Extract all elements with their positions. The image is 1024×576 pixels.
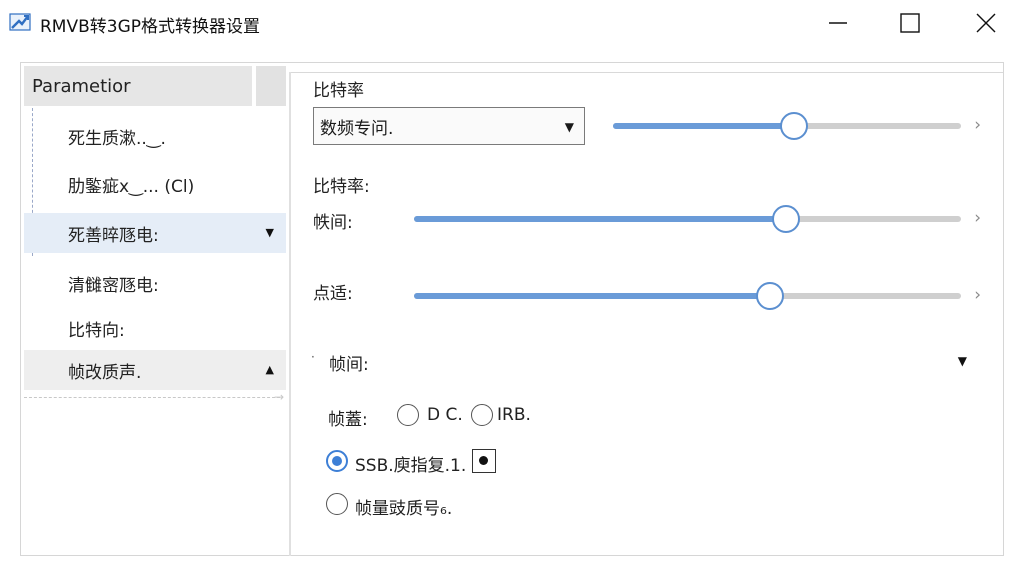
radio-dc-label: D C. — [427, 405, 463, 425]
tree-item-2[interactable]: 肋鍳疵x‿... (Cl) — [24, 164, 286, 204]
frame-interval-slider[interactable]: › — [414, 204, 981, 234]
radio-irb[interactable] — [471, 404, 493, 426]
bullet-icon: · — [311, 350, 315, 364]
tree-header-button[interactable] — [256, 66, 286, 106]
radio-dc[interactable] — [397, 404, 419, 426]
tree-item-6[interactable]: 帧改质声. ▲ — [24, 350, 286, 390]
window-title: RMVB转3GP格式转换器设置 — [40, 17, 261, 37]
slider-thumb[interactable] — [755, 282, 784, 310]
radio-ssb-label: SSB.庾指复.1. — [355, 456, 467, 476]
radio-quality[interactable] — [326, 493, 348, 515]
bitrate-slider[interactable]: › — [613, 111, 981, 141]
maximize-icon — [900, 13, 920, 33]
minimize-icon — [829, 22, 847, 24]
slider-fill — [414, 293, 770, 299]
frame-interval-group-header[interactable]: · 帧间: ▼ — [311, 346, 971, 376]
dropdown-caret-icon: ▼ — [564, 120, 574, 134]
point-slider[interactable]: › — [414, 281, 981, 311]
title-bar: RMVB转3GP格式转换器设置 — [0, 0, 1024, 46]
bitrate-dropdown[interactable]: 数频专问. ▼ — [313, 107, 585, 145]
tree-item-label: 死善晬豗电: — [68, 225, 159, 246]
tree-item-1[interactable]: 死生质漱..‿. — [24, 116, 286, 156]
frame-type-label: 帧蓋: — [328, 410, 368, 430]
close-button[interactable] — [958, 0, 1014, 46]
slider-fill — [414, 216, 786, 222]
point-label: 点适: — [313, 284, 353, 304]
tree-item-4[interactable]: 清雠宻豗电: — [24, 263, 286, 303]
group-header-label: 帧间: — [329, 355, 369, 375]
maximize-button[interactable] — [882, 0, 938, 46]
slider-thumb[interactable] — [779, 112, 808, 140]
tree-item-5[interactable]: 比特向: — [24, 308, 286, 348]
app-logo-icon — [9, 13, 31, 31]
radio-irb-label: IRB. — [497, 405, 531, 425]
ssb-checkbox[interactable] — [472, 449, 496, 473]
radio-quality-label: 帧量豉质号₆. — [355, 499, 453, 519]
tree-item-label: 肋鍳疵x‿... (Cl) — [68, 176, 195, 197]
slider-end-arrow-icon: › — [974, 285, 981, 305]
tree-item-label: 死生质漱..‿. — [68, 128, 166, 149]
slider-thumb[interactable] — [771, 205, 800, 233]
tree-item-3[interactable]: 死善晬豗电: ▼ — [24, 213, 286, 253]
tree-header[interactable]: Parametior — [24, 66, 252, 106]
close-icon — [976, 13, 996, 33]
frame-interval-label: 帙间: — [313, 213, 353, 233]
bitrate-section-label: 比特率 — [313, 81, 364, 101]
tree-item-label: 比特向: — [68, 320, 125, 341]
dropdown-value: 数频专问. — [320, 118, 394, 139]
slider-end-arrow-icon: › — [974, 208, 981, 228]
radio-ssb[interactable] — [326, 450, 348, 472]
collapse-up-icon[interactable]: ▲ — [266, 363, 274, 376]
tree-separator — [24, 397, 280, 398]
tree-item-label: 帧改质声. — [68, 362, 142, 383]
minimize-button[interactable] — [810, 0, 866, 46]
parameter-tree: Parametior 死生质漱..‿. 肋鍳疵x‿... (Cl) 死善晬豗电:… — [22, 64, 288, 554]
slider-fill — [613, 123, 794, 129]
separator-arrow-icon: → — [274, 390, 285, 404]
group-caret-icon: ▼ — [957, 354, 967, 368]
bitrate-sub-label: 比特率: — [313, 177, 370, 197]
expand-down-icon[interactable]: ▼ — [266, 226, 274, 239]
tree-item-label: 清雠宻豗电: — [68, 275, 159, 296]
slider-end-arrow-icon: › — [974, 115, 981, 135]
